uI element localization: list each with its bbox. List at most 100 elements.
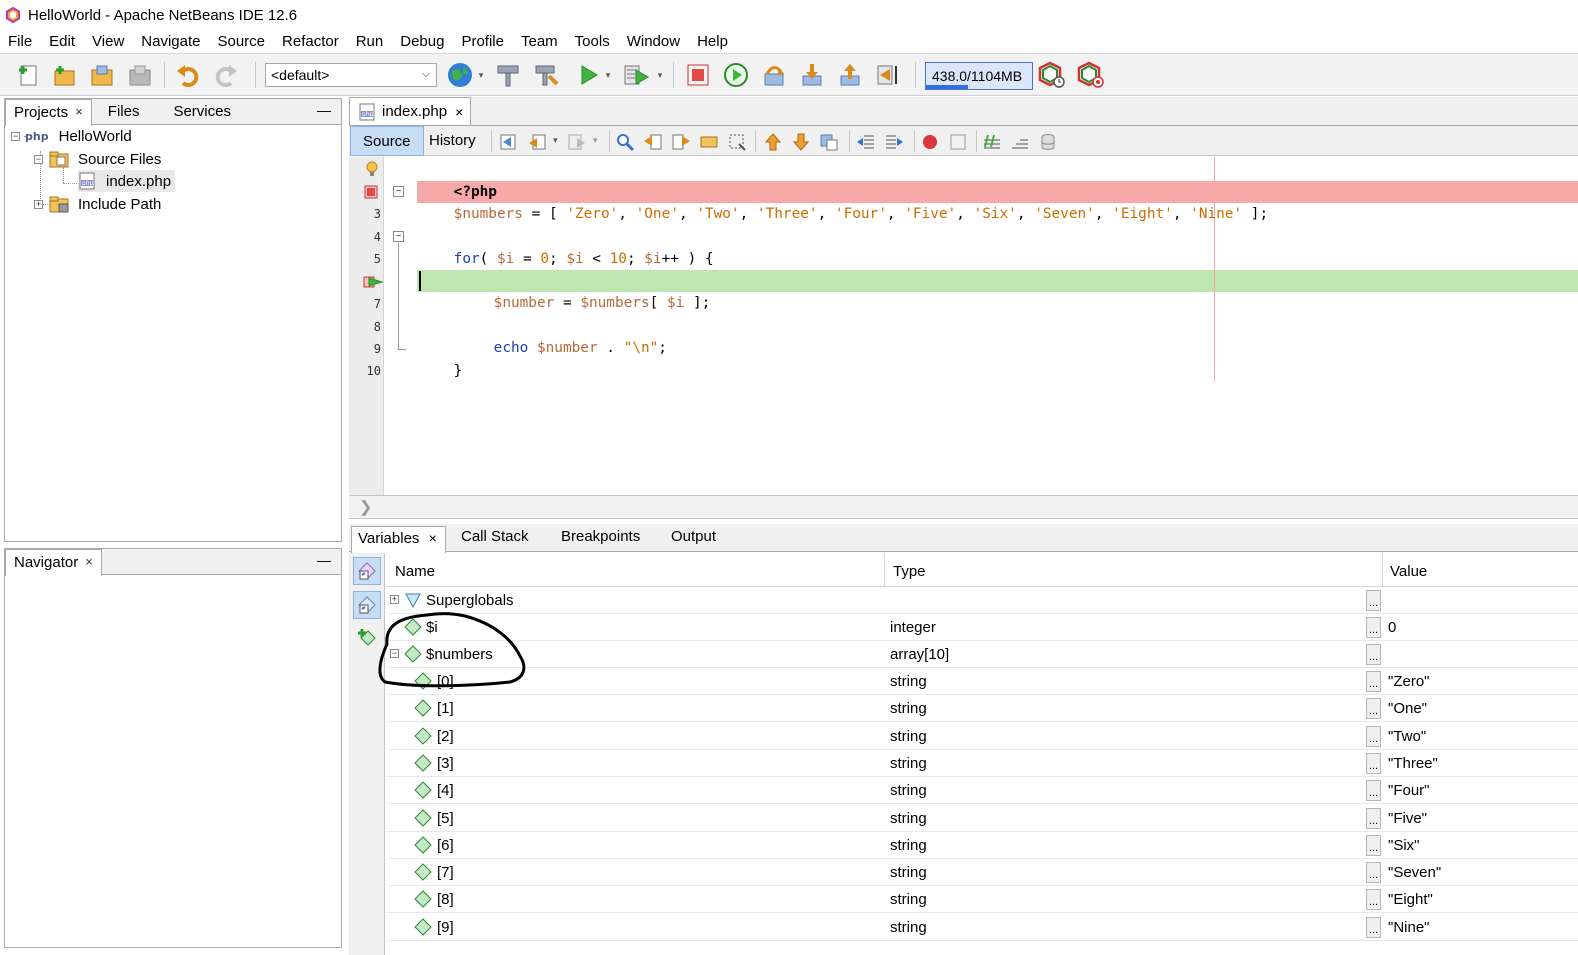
shift-left-icon[interactable]	[856, 132, 876, 152]
edit-value-button[interactable]: ...	[1366, 644, 1381, 665]
previous-bookmark-icon[interactable]	[763, 132, 783, 152]
uncomment-icon[interactable]	[1010, 132, 1030, 152]
table-row[interactable]: [3] string... "Three"	[387, 750, 1578, 777]
minimize-icon[interactable]: —	[317, 552, 331, 568]
tab-services[interactable]: Services	[165, 99, 239, 125]
build-icon[interactable]	[494, 61, 522, 89]
comment-icon[interactable]	[982, 132, 1002, 152]
tab-variables[interactable]: Variables ×	[351, 526, 446, 553]
edit-value-button[interactable]: ...	[1366, 698, 1381, 720]
debug-dropdown-chevron-icon[interactable]: ▾	[654, 61, 666, 89]
table-row[interactable]: + Superglobals ...	[387, 587, 1578, 614]
next-bookmark-icon[interactable]	[791, 132, 811, 152]
database-icon[interactable]	[1038, 132, 1058, 152]
edit-value-button[interactable]: ...	[1366, 752, 1381, 774]
tree-item-index-php[interactable]: php index.php	[78, 170, 176, 192]
tree-item-include-path[interactable]: + Include Path	[34, 193, 161, 215]
continue-icon[interactable]	[722, 61, 750, 89]
finish-debug-icon[interactable]	[684, 61, 712, 89]
column-divider[interactable]	[884, 553, 885, 587]
fold-collapse-icon[interactable]: −	[393, 231, 404, 242]
tab-call-stack[interactable]: Call Stack	[461, 528, 529, 545]
start-macro-recording-icon[interactable]	[920, 132, 940, 152]
toggle-highlight-search-icon[interactable]	[699, 132, 719, 152]
configuration-select[interactable]: <default> ⌵	[265, 63, 437, 87]
menu-team[interactable]: Team	[521, 33, 558, 50]
table-row[interactable]: [0] string... "Zero"	[387, 668, 1578, 695]
back-icon[interactable]	[527, 132, 547, 152]
column-header-name[interactable]: Name	[395, 563, 435, 580]
menu-debug[interactable]: Debug	[400, 33, 444, 50]
edit-value-button[interactable]: ...	[1366, 725, 1381, 747]
menu-profile[interactable]: Profile	[461, 33, 504, 50]
debug-icon[interactable]	[622, 61, 650, 89]
clean-build-icon[interactable]	[532, 61, 560, 89]
open-project-icon[interactable]	[88, 61, 116, 89]
hint-lightbulb-icon[interactable]	[365, 161, 379, 177]
breadcrumb[interactable]: ❯	[349, 495, 1578, 519]
back-dropdown-chevron-icon[interactable]: ▾	[553, 135, 558, 146]
new-watch-button[interactable]	[353, 623, 381, 651]
close-project-icon[interactable]	[126, 61, 154, 89]
step-into-icon[interactable]	[798, 61, 826, 89]
tree-item-helloworld[interactable]: − php HelloWorld	[11, 125, 132, 147]
memory-meter[interactable]: 438.0/1104MB	[925, 62, 1033, 90]
toggle-bookmark-icon[interactable]	[819, 132, 839, 152]
close-icon[interactable]: ×	[455, 104, 463, 120]
profile-icon[interactable]	[1038, 61, 1066, 89]
table-row[interactable]: [2] string... "Two"	[387, 723, 1578, 750]
run-dropdown-chevron-icon[interactable]: ▾	[602, 61, 614, 89]
browser-icon[interactable]	[446, 61, 474, 89]
close-icon[interactable]: ×	[429, 530, 437, 546]
show-watches-toggle[interactable]	[353, 557, 381, 585]
step-out-icon[interactable]	[836, 61, 864, 89]
column-header-value[interactable]: Value	[1390, 563, 1427, 580]
line-number-gutter[interactable]: 3 4 5 7 8 9 10	[349, 157, 384, 495]
redo-icon[interactable]	[212, 61, 240, 89]
menu-view[interactable]: View	[92, 33, 124, 50]
show-classes-toggle[interactable]	[353, 591, 381, 619]
table-row[interactable]: [7] string... "Seven"	[387, 859, 1578, 887]
history-tab[interactable]: History	[417, 126, 488, 156]
minimize-icon[interactable]: —	[317, 102, 331, 118]
edit-value-button[interactable]: ...	[1366, 862, 1381, 884]
breakpoint-icon[interactable]	[364, 185, 378, 199]
forward-dropdown-chevron-icon[interactable]: ▾	[593, 135, 598, 146]
edit-value-button[interactable]: ...	[1366, 780, 1381, 802]
new-file-icon[interactable]	[14, 61, 42, 89]
tab-index-php[interactable]: php index.php ×	[349, 97, 471, 125]
collapse-icon[interactable]: −	[34, 154, 43, 164]
table-row[interactable]: [9] string... "Nine"	[387, 914, 1578, 941]
step-over-icon[interactable]	[760, 61, 788, 89]
table-row[interactable]: $i integer ... 0	[387, 614, 1578, 641]
new-project-icon[interactable]	[50, 61, 78, 89]
stop-macro-recording-icon[interactable]	[948, 132, 968, 152]
expand-icon[interactable]: +	[34, 199, 43, 209]
table-row[interactable]: − $numbers array[10] ...	[387, 641, 1578, 668]
source-tab[interactable]: Source	[350, 126, 424, 156]
profile-attach-icon[interactable]	[1077, 61, 1105, 89]
fold-collapse-icon[interactable]: −	[393, 186, 404, 197]
tab-output[interactable]: Output	[671, 528, 716, 545]
column-divider[interactable]	[1382, 553, 1383, 587]
menu-file[interactable]: File	[8, 33, 32, 50]
menu-edit[interactable]: Edit	[49, 33, 75, 50]
menu-run[interactable]: Run	[356, 33, 384, 50]
undo-icon[interactable]	[174, 61, 202, 89]
menu-source[interactable]: Source	[217, 33, 265, 50]
collapse-icon[interactable]: −	[11, 131, 20, 141]
last-edit-icon[interactable]	[499, 132, 519, 152]
table-row[interactable]: [5] string... "Five"	[387, 805, 1578, 832]
edit-value-button[interactable]: ...	[1366, 807, 1381, 829]
table-row[interactable]: [1] string... "One"	[387, 695, 1578, 723]
close-icon[interactable]: ×	[85, 554, 93, 569]
tab-files[interactable]: Files	[100, 99, 148, 125]
find-selection-icon[interactable]	[615, 132, 635, 152]
menu-window[interactable]: Window	[627, 33, 680, 50]
menu-refactor[interactable]: Refactor	[282, 33, 339, 50]
tab-navigator[interactable]: Navigator ×	[5, 549, 102, 576]
table-row[interactable]: [4] string... "Four"	[387, 777, 1578, 805]
table-row[interactable]: [6] string... "Six"	[387, 832, 1578, 859]
run-to-cursor-icon[interactable]	[874, 61, 902, 89]
find-previous-icon[interactable]	[643, 132, 663, 152]
